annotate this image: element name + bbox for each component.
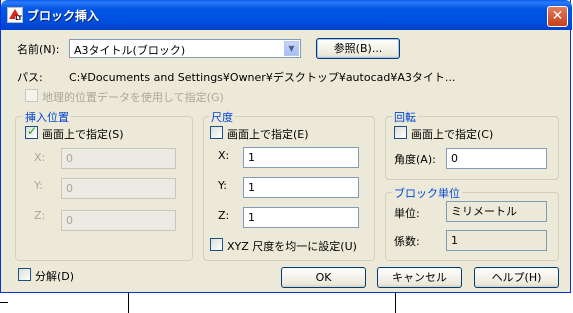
cancel-button[interactable]: キャンセル <box>377 267 462 288</box>
insertion-z-label: Z: <box>34 209 46 222</box>
scale-title: 尺度 <box>209 109 235 125</box>
ok-button[interactable]: OK <box>281 267 366 288</box>
scale-z-field[interactable]: 1 <box>243 207 359 228</box>
rotation-title: 回転 <box>392 109 418 125</box>
explode-checkbox[interactable] <box>18 268 31 281</box>
help-button[interactable]: ヘルプ(H) <box>474 267 559 288</box>
scale-on-screen-checkbox[interactable] <box>210 126 223 139</box>
insertion-on-screen-label: 画面上で指定(S) <box>42 128 124 141</box>
scale-z-label: Z: <box>218 209 230 222</box>
factor-label: 係数: <box>394 235 420 248</box>
scale-y-label: Y: <box>218 179 227 192</box>
geo-location-checkbox[interactable] <box>25 89 38 102</box>
uniform-scale-label: XYZ 尺度を均一に設定(U) <box>227 240 357 253</box>
scale-x-field[interactable]: 1 <box>243 147 359 168</box>
factor-value: 1 <box>446 230 547 251</box>
insertion-x-label: X: <box>34 151 46 164</box>
browse-button[interactable]: 参照(B)... <box>316 38 400 59</box>
angle-field[interactable]: 0 <box>446 148 547 169</box>
scale-y-field[interactable]: 1 <box>243 177 359 198</box>
rotation-on-screen-checkbox[interactable] <box>394 126 407 139</box>
autocad-lt-icon: LT <box>7 7 23 23</box>
geo-location-label: 地理的位置データを使用して指定(G) <box>42 91 224 104</box>
block-name-value: A3タイトル(ブロック) <box>74 44 186 57</box>
insert-block-dialog: LT ブロック挿入 ✕ 名前(N): A3タイトル(ブロック) ▼ 参照(B).… <box>0 0 572 293</box>
background-canvas <box>0 293 573 313</box>
uniform-scale-checkbox[interactable] <box>210 238 223 251</box>
insertion-y-field[interactable]: 0 <box>61 178 176 199</box>
rotation-on-screen-label: 画面上で指定(C) <box>411 128 494 141</box>
checkmark-icon: ✓ <box>27 124 38 138</box>
scale-x-label: X: <box>218 149 230 162</box>
unit-value: ミリメートル <box>446 201 547 222</box>
insertion-point-title: 挿入位置 <box>23 109 71 125</box>
insertion-y-label: Y: <box>34 179 43 192</box>
unit-label: 単位: <box>394 207 420 220</box>
angle-label: 角度(A): <box>394 153 436 166</box>
window-title: ブロック挿入 <box>27 9 100 23</box>
insertion-x-field[interactable]: 0 <box>61 148 176 169</box>
insertion-on-screen-checkbox[interactable]: ✓ <box>25 124 38 139</box>
path-label: パス: <box>17 71 43 84</box>
drawing-line <box>395 293 396 313</box>
chevron-down-icon[interactable]: ▼ <box>284 41 299 56</box>
title-bar[interactable]: LT ブロック挿入 ✕ <box>1 0 572 30</box>
scale-on-screen-label: 画面上で指定(E) <box>227 128 309 141</box>
block-unit-title: ブロック単位 <box>392 185 462 201</box>
close-button[interactable]: ✕ <box>547 6 568 27</box>
path-value: C:¥Documents and Settings¥Owner¥デスクトップ¥a… <box>69 71 456 84</box>
name-label: 名前(N): <box>17 43 60 56</box>
block-name-combobox[interactable]: A3タイトル(ブロック) ▼ <box>69 39 301 58</box>
explode-label: 分解(D) <box>35 270 75 283</box>
insertion-z-field[interactable]: 0 <box>61 210 176 231</box>
drawing-line <box>0 302 8 303</box>
drawing-line <box>128 293 129 313</box>
